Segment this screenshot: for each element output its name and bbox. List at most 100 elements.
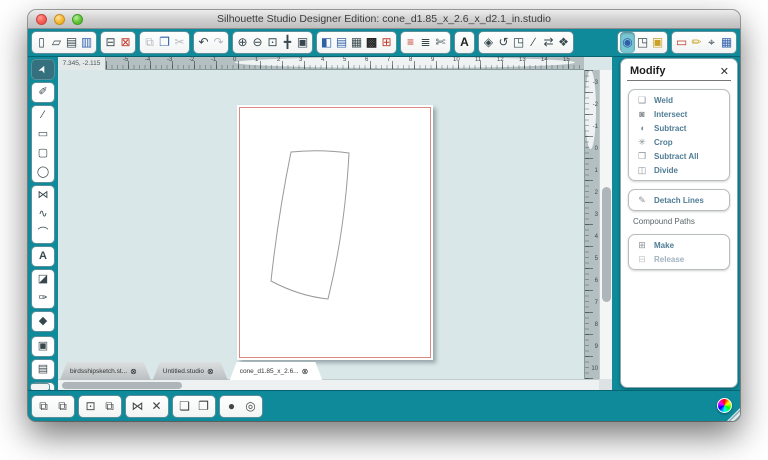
drag-zoom-icon[interactable]: ⊡ <box>265 32 280 53</box>
modify-panel-icon[interactable]: ◉ <box>620 32 635 53</box>
line-color-icon[interactable]: ≡ <box>403 32 418 53</box>
compound-paths-group: ⊞ Make ⊟ Release <box>628 234 730 270</box>
ellipse-tool-icon[interactable]: ◯ <box>32 163 54 182</box>
library-icon: ▤ <box>32 360 54 379</box>
rotate-icon[interactable]: ↺ <box>496 32 511 53</box>
fit-to-page-icon[interactable]: ▣ <box>295 32 310 53</box>
mirror-icon[interactable]: ⋈ <box>128 396 147 417</box>
paste-icon[interactable]: ❐ <box>157 32 172 53</box>
line-segment-icon[interactable]: ∕ <box>526 32 541 53</box>
zoom-in-icon[interactable]: ⊕ <box>235 32 250 53</box>
divide-button[interactable]: ◫ Divide <box>629 163 729 177</box>
tab-birdsshipsketch[interactable]: birdsshipsketch.st... ⊗ <box>60 362 151 380</box>
move-icon[interactable]: ◈ <box>481 32 496 53</box>
weld-button[interactable]: ❑ Weld <box>629 93 729 107</box>
shadow-fill-icon[interactable]: ▩ <box>364 32 379 53</box>
bottom-toolbar: ⧉ ⧉ ⊡ ⧉ ⋈ ✕ ❏ ❐ ● ◎ <box>28 390 740 421</box>
color-wheel-icon[interactable] <box>717 398 732 413</box>
divide-icon: ◫ <box>636 165 648 176</box>
registration-marks-icon[interactable]: ⊞ <box>379 32 394 53</box>
pan-icon[interactable]: ╋ <box>280 32 295 53</box>
text-options-icon[interactable]: A <box>457 32 472 53</box>
scale-icon[interactable]: ◳ <box>511 32 526 53</box>
detach-lines-button[interactable]: ✎ Detach Lines <box>629 193 729 207</box>
crop-button[interactable]: ✳ Crop <box>629 135 729 149</box>
page-setup-icon[interactable]: ▤ <box>334 32 349 53</box>
dropper-tool[interactable]: ◆ <box>31 311 55 332</box>
cone-template-shape[interactable] <box>237 105 433 360</box>
canvas[interactable]: -7-6-5-4-3-2-10123456789101112131415 7.3… <box>58 57 612 390</box>
app-window: Silhouette Studio Designer Edition: cone… <box>28 10 740 421</box>
make-compound-button[interactable]: ⊞ Make <box>629 238 729 252</box>
save-icon[interactable]: ▤ <box>64 32 79 53</box>
subtract-all-icon: ❒ <box>636 151 648 162</box>
library-button[interactable]: ▤ <box>31 359 55 380</box>
new-document-icon[interactable]: ▯ <box>34 32 49 53</box>
group-icon[interactable]: ⧉ <box>34 396 53 417</box>
zoom-group: ⊕ ⊖ ⊡ ╋ ▣ <box>232 31 313 54</box>
undo-icon[interactable]: ↶ <box>196 32 211 53</box>
vertical-scrollbar[interactable] <box>599 70 612 379</box>
pattern-fill-icon[interactable]: ▦ <box>349 32 364 53</box>
line-tool-icon[interactable]: ∕ <box>32 106 54 125</box>
detach-lines-group: ✎ Detach Lines <box>628 189 730 211</box>
registration-target-icon[interactable]: ◎ <box>241 396 260 417</box>
subtract-icon: ◖ <box>636 123 648 133</box>
zoom-out-icon[interactable]: ⊖ <box>250 32 265 53</box>
line-style-icon[interactable]: ≣ <box>418 32 433 53</box>
transform-group: ◈ ↺ ◳ ∕ ⇄ ❖ <box>478 31 574 54</box>
send-backward-icon[interactable]: ❐ <box>194 396 213 417</box>
open-icon[interactable]: ▱ <box>49 32 64 53</box>
sketch-pen-icon[interactable]: ✏ <box>689 32 704 53</box>
cut-style-icon[interactable]: ✄ <box>433 32 448 53</box>
eraser-tool-icon[interactable]: ◪ <box>32 270 54 289</box>
weld-shape-icon[interactable]: ● <box>222 396 241 417</box>
rectangle-tool-icon[interactable]: ▭ <box>32 125 54 144</box>
duplicate-icon[interactable]: ⧉ <box>100 396 119 417</box>
compound-paths-label: Compound Paths <box>633 217 737 226</box>
polygon-tool-icon[interactable]: ⋈ <box>32 186 54 205</box>
transfer-panel-icon[interactable]: ◳ <box>635 32 650 53</box>
rounded-rectangle-tool-icon[interactable]: ▢ <box>32 144 54 163</box>
tab-close-icon[interactable]: ⊗ <box>302 367 309 376</box>
tab-cone-active[interactable]: cone_d1.85_x_2.6... ⊗ <box>230 362 323 380</box>
cut-icon[interactable]: ✂ <box>172 32 187 53</box>
modify-panel-header: Modify ✕ <box>627 59 731 81</box>
copy-icon[interactable]: ⧉ <box>142 32 157 53</box>
trace-icon[interactable]: ⌖ <box>704 32 719 53</box>
bring-forward-icon[interactable]: ❏ <box>175 396 194 417</box>
fill-color-icon[interactable]: ◧ <box>319 32 334 53</box>
curve-tool-icon[interactable]: ∿ <box>32 205 54 224</box>
select-tool[interactable]: ➤ <box>31 59 55 80</box>
page-tools-button[interactable]: ▣ <box>31 336 55 357</box>
line-window-icon[interactable]: ▭ <box>674 32 689 53</box>
tab-close-icon[interactable]: ⊗ <box>207 367 214 376</box>
save-to-library-icon[interactable]: ▥ <box>79 32 94 53</box>
horizontal-scrollbar-thumb[interactable] <box>62 382 182 389</box>
tab-untitled[interactable]: Untitled.studio ⊗ <box>153 362 228 380</box>
subtract-button[interactable]: ◖ Subtract <box>629 121 729 135</box>
tab-close-icon[interactable]: ⊗ <box>130 367 137 376</box>
delete-icon[interactable]: ✕ <box>147 396 166 417</box>
horizontal-scrollbar[interactable] <box>58 379 599 390</box>
freehand-tool-icon[interactable]: ⌒ <box>32 224 54 243</box>
grid-icon[interactable]: ▦ <box>719 32 734 53</box>
print-icon[interactable]: ⊟ <box>103 32 118 53</box>
shear-icon[interactable]: ❖ <box>556 32 571 53</box>
knife-tool-icon[interactable]: ✑ <box>32 289 54 308</box>
fill-panel-icon[interactable]: ▣ <box>650 32 665 53</box>
redo-icon[interactable]: ↷ <box>211 32 226 53</box>
text-group: A <box>454 31 475 54</box>
subtract-all-button[interactable]: ❒ Subtract All <box>629 149 729 163</box>
center-icon[interactable]: ⇄ <box>541 32 556 53</box>
vertical-scrollbar-thumb[interactable] <box>602 187 611 302</box>
send-to-cutter-icon[interactable]: ⊠ <box>118 32 133 53</box>
intersect-button[interactable]: ◙ Intersect <box>629 107 729 121</box>
text-tool[interactable]: A <box>31 246 55 267</box>
select-same-icon[interactable]: ⊡ <box>81 396 100 417</box>
ungroup-icon[interactable]: ⧉ <box>53 396 72 417</box>
release-compound-button[interactable]: ⊟ Release <box>629 252 729 266</box>
close-panel-icon[interactable]: ✕ <box>720 65 729 78</box>
document-page[interactable] <box>237 105 433 360</box>
edit-points-tool[interactable]: ✐ <box>31 82 55 103</box>
